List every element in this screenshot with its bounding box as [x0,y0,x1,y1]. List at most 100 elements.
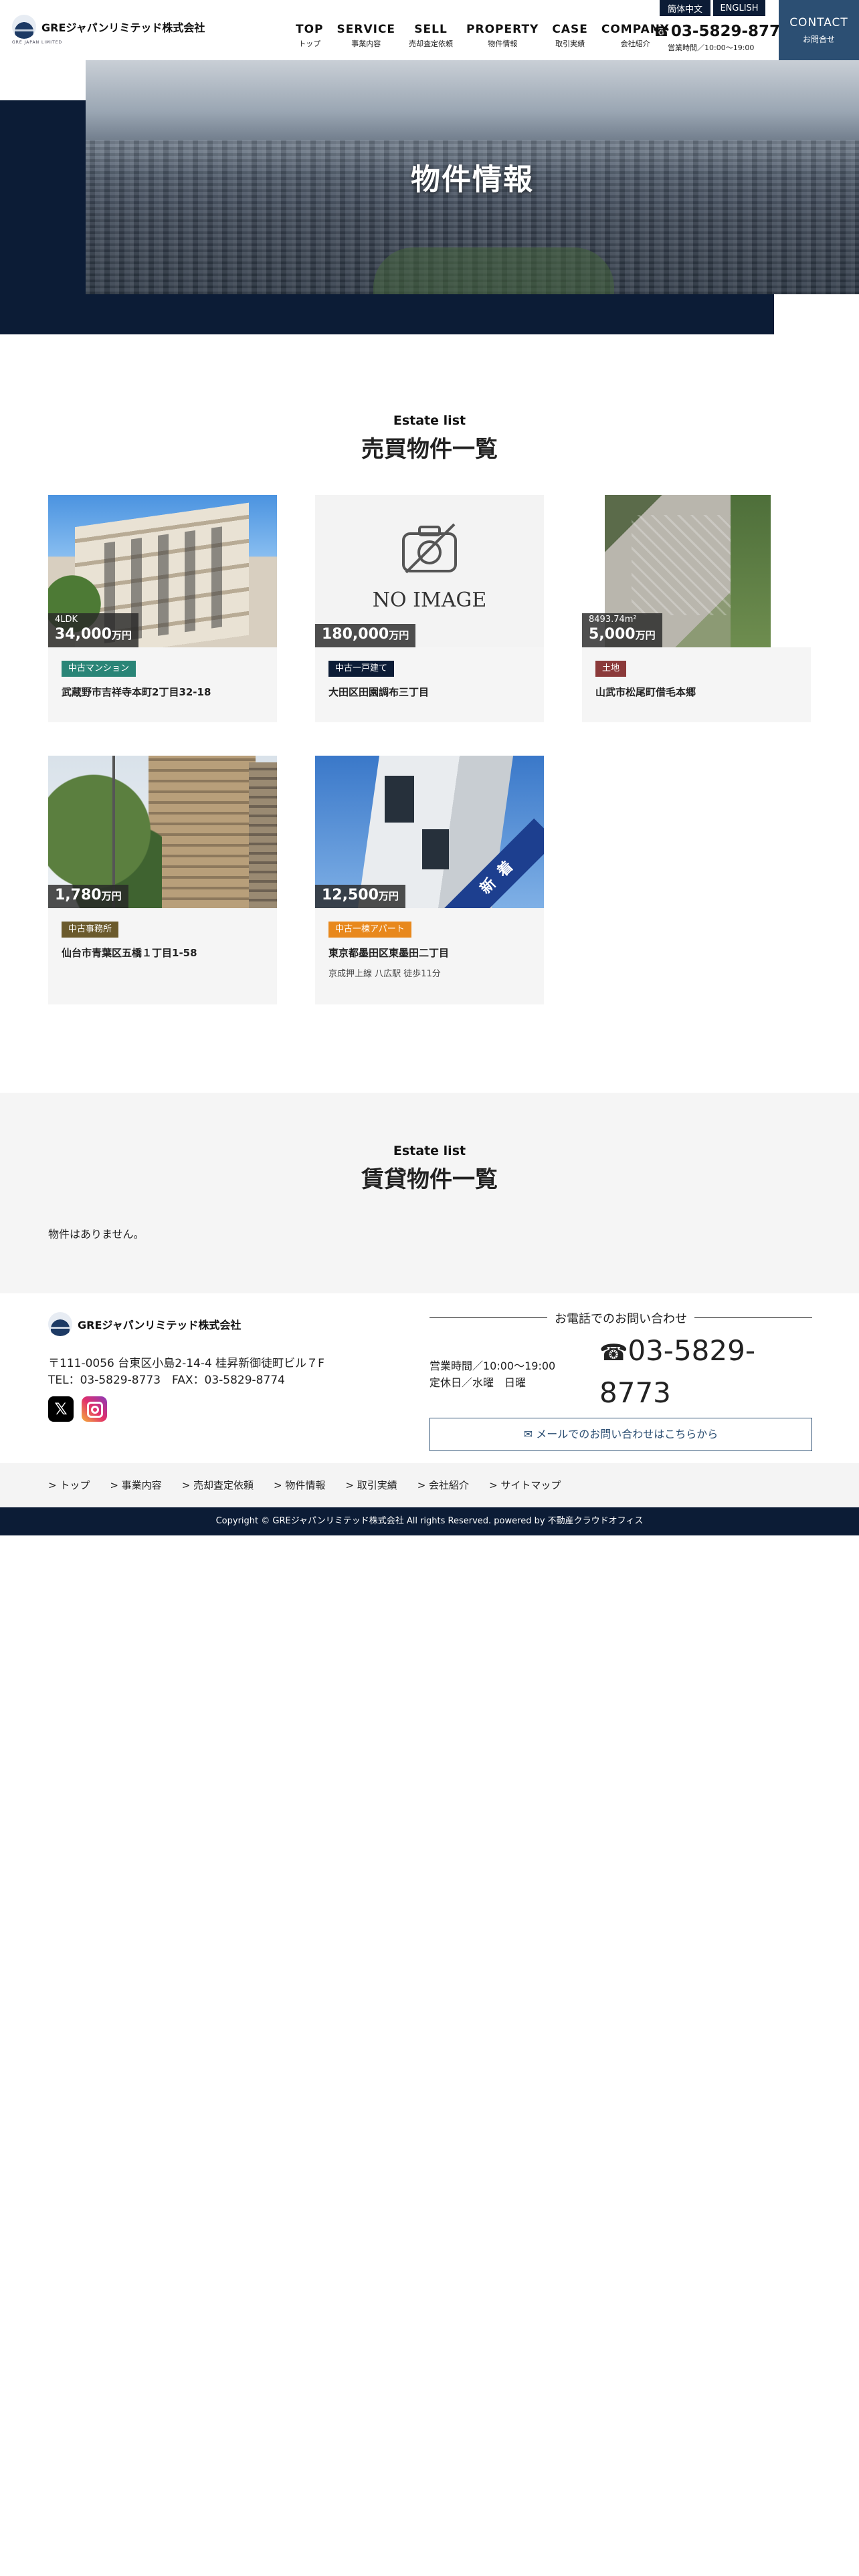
copyright-bar: Copyright © GREジャパンリミテッド株式会社 All rights … [0,1507,859,1535]
property-card-body: 中古マンション 武蔵野市吉祥寺本町2丁目32-18 [48,647,277,712]
camera-off-icon [402,523,457,574]
footer-logo[interactable]: GREジャパンリミテッド株式会社 [48,1312,241,1336]
footer-phone-link[interactable]: ☎03-5829-8773 [599,1331,800,1413]
property-card[interactable]: NO IMAGE 180,000万円 中古一戸建て 大田区田園調布三丁目 [315,495,544,722]
layout-label: 4LDK [55,615,78,625]
photo-tower-side [249,762,277,908]
mail-icon: ✉ [523,1428,537,1440]
property-type-tag: 中古事務所 [62,922,119,938]
property-type-tag: 土地 [595,661,627,677]
nav-label-en: PROPERTY [466,23,539,36]
nav-label-ja: 売却査定依頼 [409,39,454,48]
sitemap-link-sitemap[interactable]: > サイトマップ [489,1478,561,1492]
price-value: 34,000 [55,626,112,643]
page-title: 物件情報 [411,163,534,197]
nav-label-ja: トップ [298,39,321,48]
site-logo[interactable]: GREジャパンリミテッド株式会社 GRE JAPAN LIMITED [12,15,205,45]
nav-label-ja: 物件情報 [488,39,518,48]
price-unit: 万円 [378,890,399,902]
property-type-tag: 中古一棟アパート [328,922,411,938]
footer-company-name: GREジャパンリミテッド株式会社 [78,1319,242,1331]
property-photo: 4LDK 34,000万円 [48,495,277,647]
property-type-tag: 中古マンション [62,661,136,677]
property-address: 大田区田園調布三丁目 [328,686,430,698]
property-address: 仙台市青葉区五橋１丁目1-58 [62,947,197,959]
price-value: 12,500 [322,887,379,903]
sitemap-link-service[interactable]: > 事業内容 [110,1478,161,1492]
nav-item-sell[interactable]: SELL 売却査定依頼 [402,23,460,49]
no-image-label: NO IMAGE [372,588,487,612]
footer-tel-fax: TEL：03-5829-8773 FAX：03-5829-8774 [48,1374,285,1387]
price-badge: 180,000万円 [315,624,416,647]
property-card-body: 中古一戸建て 大田区田園調布三丁目 [315,647,544,712]
contact-label-ja: お問合せ [802,35,835,44]
mail-contact-label: メールでのお問い合わせはこちらから [536,1428,719,1440]
photo-tower [149,756,256,908]
nav-item-top[interactable]: TOP トップ [289,23,330,49]
nav-item-property[interactable]: PROPERTY 物件情報 [460,23,545,49]
hero-park-area [373,247,614,294]
rental-title-ja: 賃貸物件一覧 [361,1166,498,1193]
footer-address: 〒111-0056 台東区小島2-14-4 桂昇新御徒町ビル７F [48,1357,324,1370]
property-card[interactable]: 8493.74m² 5,000万円 土地 山武市松尾町借毛本郷 [582,495,811,722]
price-unit: 万円 [111,629,132,641]
header-phone-link[interactable]: ☎03-5829-8773 [653,23,791,40]
nav-item-service[interactable]: SERVICE 事業内容 [330,23,403,49]
nav-label-en: SELL [414,23,448,36]
nav-label-en: TOP [296,23,324,36]
instagram-icon[interactable] [82,1396,107,1422]
property-card[interactable]: 1,780万円 中古事務所 仙台市青葉区五橋１丁目1-58 [48,756,277,1004]
sitemap-link-case[interactable]: > 取引実績 [345,1478,397,1492]
price-value: 5,000 [589,626,636,643]
footer-sitemap: > トップ > 事業内容 > 売却査定依頼 > 物件情報 > 取引実績 > 会社… [0,1463,859,1507]
price-badge: 8493.74m² 5,000万円 [582,613,662,647]
property-access: 京成押上線 八広駅 徒歩11分 [328,969,441,979]
price-badge: 12,500万円 [315,885,405,908]
mail-contact-button[interactable]: ✉ メールでのお問い合わせはこちらから [430,1418,812,1451]
price-unit: 万円 [635,629,656,641]
sitemap-link-company[interactable]: > 会社紹介 [417,1478,469,1492]
footer-holiday: 定休日／水曜 日曜 [430,1376,527,1389]
price-unit: 万円 [101,890,122,902]
site-header: GREジャパンリミテッド株式会社 GRE JAPAN LIMITED 簡体中文 … [0,0,859,60]
property-card-body: 土地 山武市松尾町借毛本郷 [582,647,811,712]
x-twitter-icon[interactable]: 𝕏 [48,1396,74,1422]
price-unit: 万円 [389,629,409,641]
phone-icon: ☎ [599,1339,628,1366]
logo-subtext: GRE JAPAN LIMITED [12,40,63,45]
property-card[interactable]: 4LDK 34,000万円 中古マンション 武蔵野市吉祥寺本町2丁目32-18 [48,495,277,722]
price-value: 1,780 [55,887,102,903]
property-address: 山武市松尾町借毛本郷 [595,686,696,698]
property-card-body: 中古一棟アパート 東京都墨田区東墨田二丁目 京成押上線 八広駅 徒歩11分 [315,908,544,992]
sitemap-link-top[interactable]: > トップ [48,1478,90,1492]
property-photo: 新着 12,500万円 [315,756,544,908]
property-card[interactable]: 新着 12,500万円 中古一棟アパート 東京都墨田区東墨田二丁目 京成押上線 … [315,756,544,1004]
sale-title-en: Estate list [393,413,466,428]
hero-decor-bar [0,294,774,334]
nav-label-en: CASE [552,23,588,36]
lang-chinese-button[interactable]: 簡体中文 [660,0,710,16]
sale-section-title: Estate list 売買物件一覧 [0,413,859,463]
footer-hours: 営業時間／10:00〜19:00 定休日／水曜 日曜 [430,1358,555,1391]
sitemap-link-property[interactable]: > 物件情報 [274,1478,325,1492]
header-business-hours: 営業時間／10:00〜19:00 [668,43,755,52]
property-photo: 1,780万円 [48,756,277,908]
logo-company-name: GREジャパンリミテッド株式会社 [41,21,205,34]
price-badge: 1,780万円 [48,885,128,908]
lang-english-button[interactable]: ENGLISH [713,0,765,16]
nav-label-ja: 事業内容 [351,39,381,48]
nav-item-case[interactable]: CASE 取引実績 [545,23,595,49]
rental-section-title: Estate list 賃貸物件一覧 [0,1144,859,1194]
footer-business-hours: 営業時間／10:00〜19:00 [430,1360,556,1372]
photo-window [385,776,414,823]
footer-phone-heading: お電話でのお問い合わせ [430,1309,812,1327]
contact-button[interactable]: CONTACT お問合せ [779,0,859,60]
footer-info: GREジャパンリミテッド株式会社 〒111-0056 台東区小島2-14-4 桂… [0,1293,859,1463]
land-area-label: 8493.74m² [589,615,637,625]
property-photo: 8493.74m² 5,000万円 [582,495,811,647]
sitemap-link-sell[interactable]: > 売却査定依頼 [182,1478,254,1492]
nav-label-en: SERVICE [337,23,396,36]
photo-window [422,829,449,869]
nav-label-ja: 取引実績 [555,39,585,48]
property-photo-placeholder: NO IMAGE 180,000万円 [315,495,544,647]
